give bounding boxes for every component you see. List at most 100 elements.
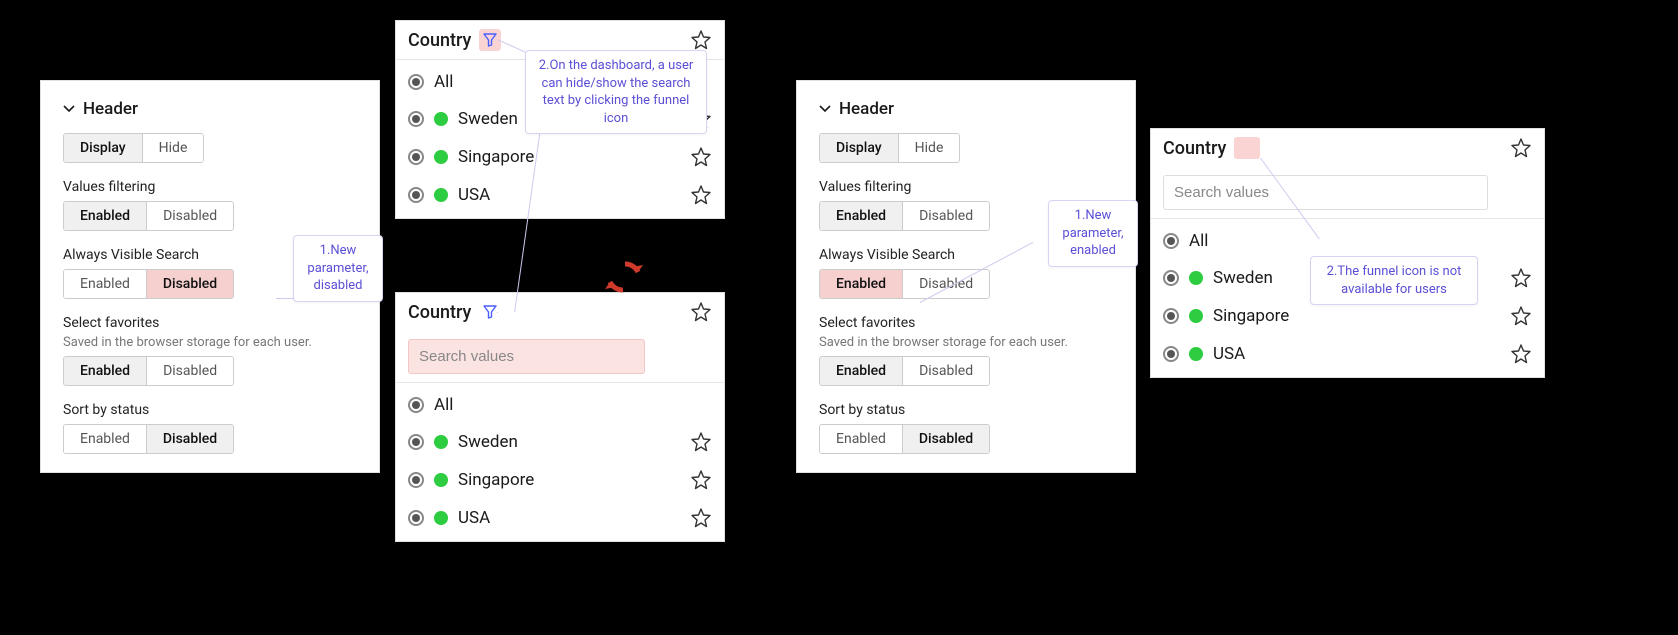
value-row[interactable]: Sweden	[396, 423, 724, 461]
values-filtering-label: Values filtering	[63, 179, 357, 195]
values-filtering-disabled[interactable]: Disabled	[146, 202, 233, 230]
value-label: Sweden	[458, 432, 680, 452]
avs-disabled[interactable]: Disabled	[146, 270, 233, 298]
value-row-all[interactable]: All	[396, 387, 724, 423]
settings-header[interactable]: Header	[63, 99, 357, 119]
fav-disabled[interactable]: Disabled	[902, 357, 989, 385]
radio-icon	[408, 397, 424, 413]
display-toggle[interactable]: Display Hide	[63, 133, 204, 163]
value-row[interactable]: Singapore	[396, 461, 724, 499]
value-row-all[interactable]: All	[1151, 223, 1544, 259]
values-filtering-toggle[interactable]: Enabled Disabled	[819, 201, 990, 231]
value-label: Singapore	[458, 470, 680, 490]
sort-by-status-section: Sort by status Enabled Disabled	[63, 402, 357, 454]
star-icon[interactable]	[1510, 305, 1532, 327]
value-label: USA	[458, 185, 680, 205]
values-filtering-enabled[interactable]: Enabled	[64, 202, 146, 230]
star-icon[interactable]	[690, 29, 712, 51]
header-title: Header	[839, 99, 894, 119]
avs-enabled[interactable]: Enabled	[820, 270, 902, 298]
radio-icon	[1163, 346, 1179, 362]
fav-disabled[interactable]: Disabled	[146, 357, 233, 385]
var-title: Country	[408, 30, 471, 51]
select-favorites-toggle[interactable]: Enabled Disabled	[63, 356, 234, 386]
search-row	[1151, 167, 1544, 218]
avs-enabled[interactable]: Enabled	[64, 270, 146, 298]
select-favorites-toggle[interactable]: Enabled Disabled	[819, 356, 990, 386]
star-icon[interactable]	[690, 184, 712, 206]
sort-enabled[interactable]: Enabled	[820, 425, 902, 453]
radio-icon	[408, 111, 424, 127]
values-filtering-section: Values filtering Enabled Disabled	[63, 179, 357, 231]
value-label: Singapore	[458, 147, 680, 167]
star-icon[interactable]	[690, 507, 712, 529]
search-row	[396, 331, 724, 382]
avs-disabled[interactable]: Disabled	[902, 270, 989, 298]
var-title: Country	[408, 302, 471, 323]
value-row[interactable]: USA	[1151, 335, 1544, 373]
sort-by-status-label: Sort by status	[819, 402, 1113, 418]
fav-enabled[interactable]: Enabled	[820, 357, 902, 385]
radio-icon	[408, 74, 424, 90]
sort-by-status-section: Sort by status Enabled Disabled	[819, 402, 1113, 454]
star-icon[interactable]	[690, 146, 712, 168]
status-dot-icon	[434, 511, 448, 525]
settings-header[interactable]: Header	[819, 99, 1113, 119]
star-icon[interactable]	[1510, 137, 1532, 159]
display-toggle[interactable]: Display Hide	[819, 133, 960, 163]
sort-by-status-label: Sort by status	[63, 402, 357, 418]
var-header: Country	[396, 293, 724, 331]
always-visible-search-toggle[interactable]: Enabled Disabled	[63, 269, 234, 299]
sort-disabled[interactable]: Disabled	[146, 425, 233, 453]
callout-funnel-unavailable: 2.The funnel icon is not available for u…	[1310, 256, 1478, 305]
fav-enabled[interactable]: Enabled	[64, 357, 146, 385]
radio-icon	[408, 510, 424, 526]
callout-funnel-hideshow: 2.On the dashboard, a user can hide/show…	[525, 50, 707, 134]
sort-disabled[interactable]: Disabled	[902, 425, 989, 453]
radio-icon	[1163, 233, 1179, 249]
display-option-display[interactable]: Display	[64, 134, 142, 162]
search-input[interactable]	[408, 339, 645, 374]
star-icon[interactable]	[1510, 343, 1532, 365]
status-dot-icon	[434, 188, 448, 202]
value-label: USA	[458, 508, 680, 528]
value-row[interactable]: Singapore	[396, 138, 724, 176]
always-visible-search-toggle[interactable]: Enabled Disabled	[819, 269, 990, 299]
values-filtering-disabled[interactable]: Disabled	[902, 202, 989, 230]
values-filtering-enabled[interactable]: Enabled	[820, 202, 902, 230]
value-list: All Sweden Singapore USA	[396, 382, 724, 541]
funnel-icon[interactable]	[479, 301, 501, 323]
display-option-hide[interactable]: Hide	[898, 134, 960, 162]
funnel-placeholder	[1234, 137, 1260, 159]
radio-icon	[408, 434, 424, 450]
value-row[interactable]: USA	[396, 499, 724, 537]
star-icon[interactable]	[690, 469, 712, 491]
sync-icon	[605, 258, 645, 302]
values-filtering-label: Values filtering	[819, 179, 1113, 195]
value-label: All	[434, 395, 712, 415]
header-title: Header	[83, 99, 138, 119]
values-filtering-toggle[interactable]: Enabled Disabled	[63, 201, 234, 231]
star-icon[interactable]	[690, 431, 712, 453]
status-dot-icon	[434, 112, 448, 126]
star-icon[interactable]	[1510, 267, 1532, 289]
radio-icon	[1163, 308, 1179, 324]
display-option-hide[interactable]: Hide	[142, 134, 204, 162]
select-favorites-sublabel: Saved in the browser storage for each us…	[63, 335, 357, 350]
value-label: All	[1189, 231, 1532, 251]
var-header: Country	[1151, 129, 1544, 167]
value-row[interactable]: USA	[396, 176, 724, 214]
value-label: USA	[1213, 344, 1500, 364]
status-dot-icon	[1189, 347, 1203, 361]
callout-new-param-enabled: 1.New parameter, enabled	[1048, 200, 1138, 267]
select-favorites-sublabel: Saved in the browser storage for each us…	[819, 335, 1113, 350]
display-section: Display Hide	[819, 133, 1113, 163]
search-input[interactable]	[1163, 175, 1488, 210]
sort-by-status-toggle[interactable]: Enabled Disabled	[63, 424, 234, 454]
display-option-display[interactable]: Display	[820, 134, 898, 162]
sort-enabled[interactable]: Enabled	[64, 425, 146, 453]
status-dot-icon	[434, 473, 448, 487]
sort-by-status-toggle[interactable]: Enabled Disabled	[819, 424, 990, 454]
variable-panel-always-search: Country All Sweden Singapore USA	[1150, 128, 1545, 378]
star-icon[interactable]	[690, 301, 712, 323]
